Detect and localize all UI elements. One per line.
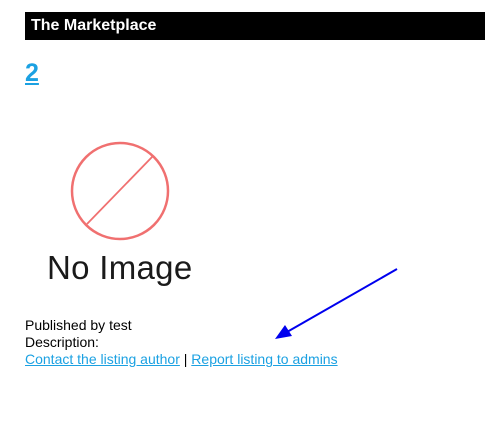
link-separator: | [183, 351, 188, 367]
contact-author-link[interactable]: Contact the listing author [25, 351, 180, 367]
description-label: Description: [25, 334, 99, 350]
marketplace-header: The Marketplace [25, 12, 485, 40]
published-by-line: Published by test [25, 317, 338, 334]
listing-meta: Published by test Description: Contact t… [25, 317, 338, 368]
author-name: test [109, 317, 132, 333]
published-by-label: Published by [25, 317, 106, 333]
listing-actions: Contact the listing author | Report list… [25, 351, 338, 368]
header-title: The Marketplace [31, 17, 157, 34]
listing-title-link[interactable]: 2 [25, 59, 39, 87]
no-image-label: No Image [47, 249, 193, 286]
listing-title: 2 [25, 58, 39, 88]
report-listing-link[interactable]: Report listing to admins [191, 351, 337, 367]
